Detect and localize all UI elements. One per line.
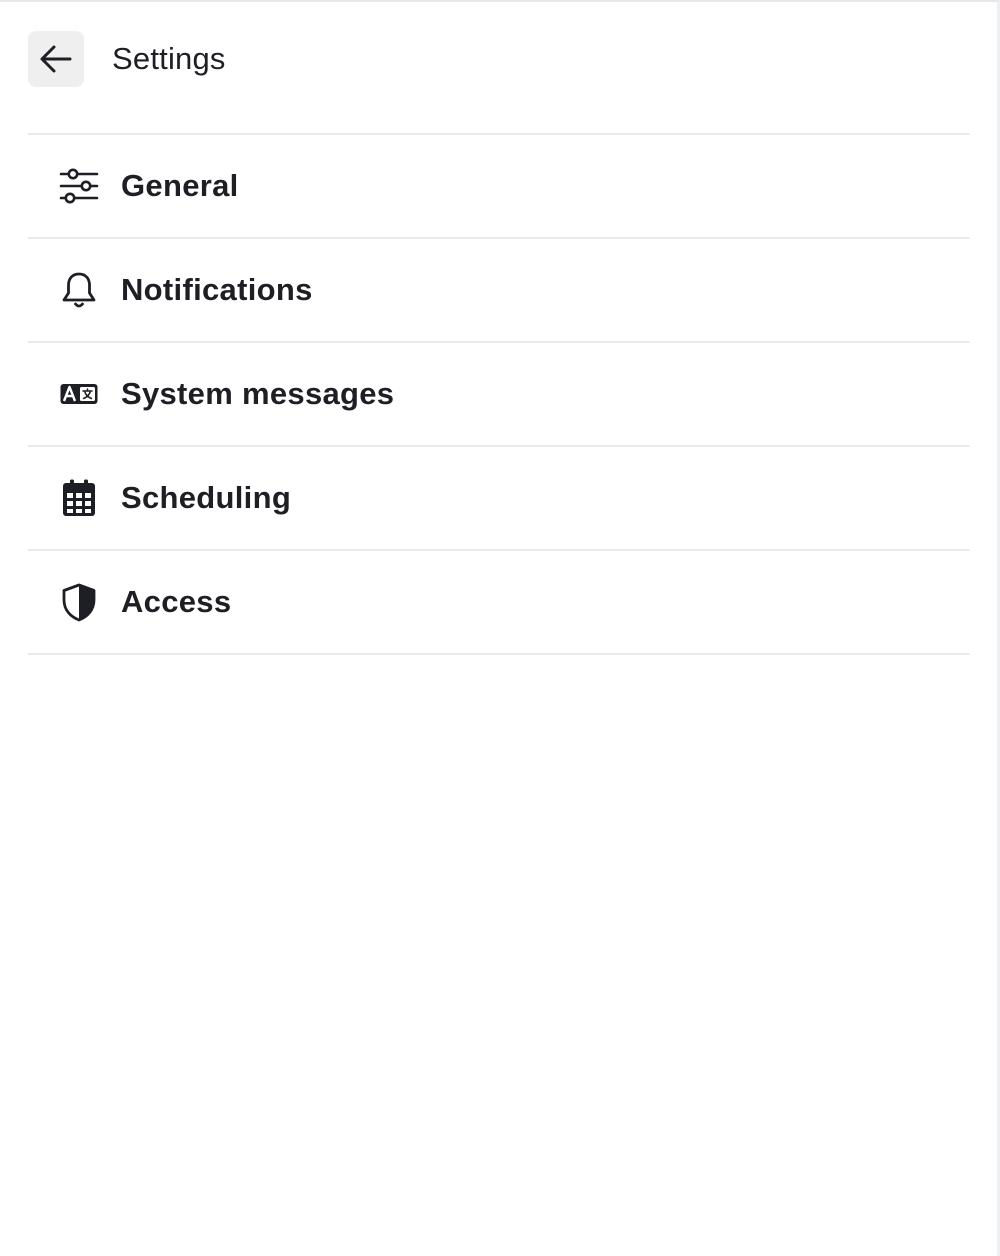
menu-item-label: Access [121,584,232,619]
menu-item-label: Notifications [121,272,313,307]
arrow-left-icon [40,45,72,73]
shield-icon [59,582,99,622]
menu-item-label: General [121,168,239,203]
menu-item-scheduling[interactable]: Scheduling [28,447,970,551]
calendar-icon [59,478,99,518]
page-title: Settings [112,41,226,76]
header: Settings [28,31,226,87]
bell-icon [59,270,99,310]
menu-item-general[interactable]: General [28,135,970,239]
menu-item-notifications[interactable]: Notifications [28,239,970,343]
menu-item-system-messages[interactable]: System messages [28,343,970,447]
sliders-icon [59,166,99,206]
back-button[interactable] [28,31,84,87]
settings-page: Settings General Notifications System me… [0,0,1000,1256]
menu-item-label: System messages [121,376,395,411]
language-badge-icon [59,374,99,414]
menu-item-access[interactable]: Access [28,551,970,655]
settings-menu: General Notifications System messages Sc… [28,133,970,655]
menu-item-label: Scheduling [121,480,292,515]
